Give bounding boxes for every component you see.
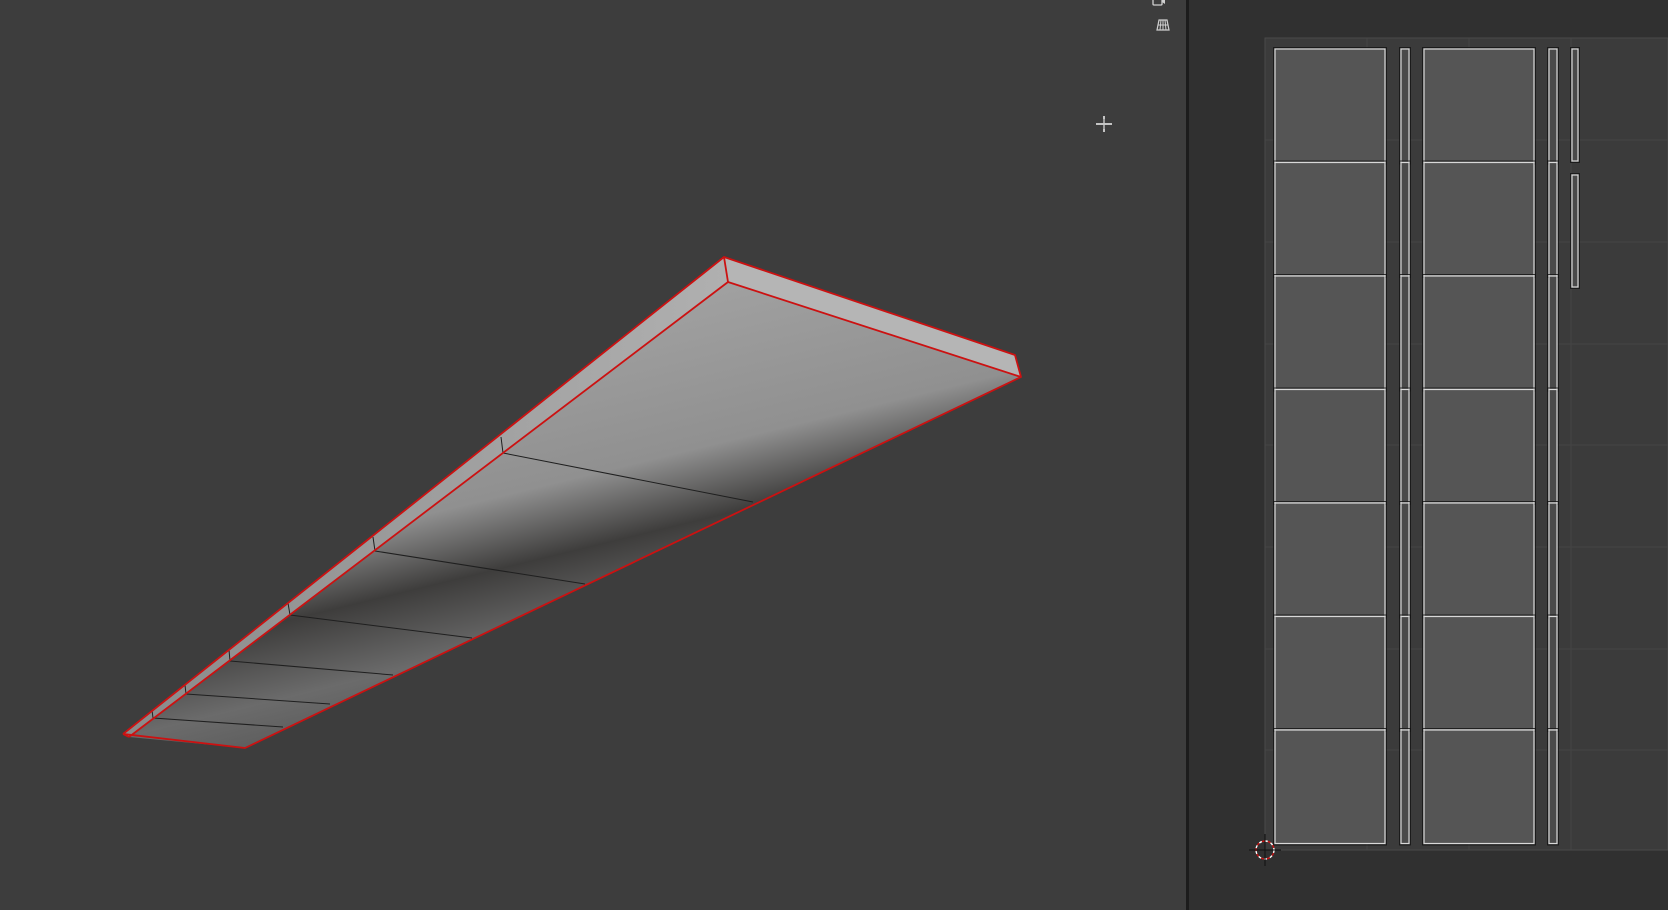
- uv-strip-r1-c1: [1400, 161, 1410, 277]
- uv-small-strip-1: [1571, 48, 1579, 162]
- selected-mesh-plank[interactable]: [0, 0, 1186, 910]
- uv-strip-r3-c1: [1400, 388, 1410, 504]
- uv-strip-r2-c1: [1400, 275, 1410, 391]
- uv-strip-r0-c3: [1548, 48, 1558, 164]
- uv-strip-r4-c3: [1548, 502, 1558, 618]
- uv-strip-r3-c3: [1548, 388, 1558, 504]
- uv-strip-r0-c1: [1400, 48, 1410, 164]
- uv-face-r2-c2: [1423, 275, 1535, 391]
- uv-face-r5-c2: [1423, 615, 1535, 731]
- uv-face-r3-c0: [1274, 388, 1386, 504]
- uv-strip-r6-c3: [1548, 729, 1558, 845]
- uv-strip-r2-c3: [1548, 275, 1558, 391]
- uv-face-r2-c0: [1274, 275, 1386, 391]
- uv-face-r0-c0: [1274, 48, 1386, 164]
- uv-strip-r1-c3: [1548, 161, 1558, 277]
- uv-face-r4-c0: [1274, 502, 1386, 618]
- uv-strip-r6-c1: [1400, 729, 1410, 845]
- uv-face-r1-c0: [1274, 161, 1386, 277]
- uv-editor[interactable]: [1189, 0, 1668, 910]
- uv-strip-r5-c3: [1548, 615, 1558, 731]
- uv-strip-r5-c1: [1400, 615, 1410, 731]
- uv-face-r6-c2: [1423, 729, 1535, 845]
- uv-face-r1-c2: [1423, 161, 1535, 277]
- uv-canvas[interactable]: [1189, 0, 1668, 910]
- uv-face-r5-c0: [1274, 615, 1386, 731]
- uv-face-r3-c2: [1423, 388, 1535, 504]
- uv-small-strip-2: [1571, 174, 1579, 288]
- uv-strip-r4-c1: [1400, 502, 1410, 618]
- 3d-viewport[interactable]: [0, 0, 1186, 910]
- blender-window: [0, 0, 1668, 910]
- uv-islands: [1273, 47, 1580, 846]
- mesh-face-top: [129, 282, 1021, 748]
- uv-face-r6-c0: [1274, 729, 1386, 845]
- uv-face-r4-c2: [1423, 502, 1535, 618]
- uv-face-r0-c2: [1423, 48, 1535, 164]
